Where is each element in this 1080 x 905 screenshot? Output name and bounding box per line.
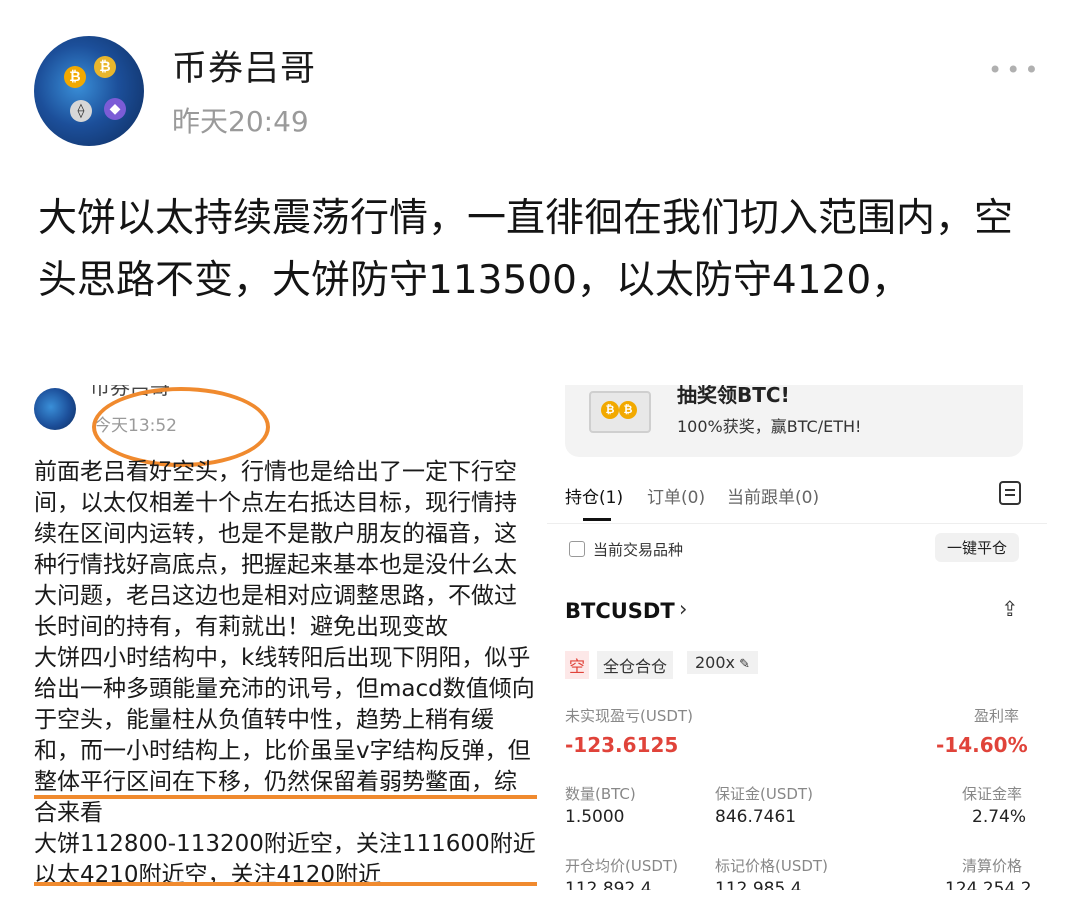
- active-tab-indicator: [583, 518, 611, 521]
- close-all-button[interactable]: 一键平仓: [935, 533, 1020, 562]
- position-symbol[interactable]: BTCUSDT: [565, 599, 675, 623]
- left-screenshot[interactable]: 币券吕哥 今天13:52 前面老吕看好空头，行情也是给出了一定下行空 间，以太仅…: [34, 385, 537, 890]
- text-line: 于空头，能量柱从负值转中性，趋势上稍有缓: [34, 707, 494, 733]
- text-line: 整体平行区间在下移，仍然保留着弱势鳖面，综: [34, 769, 517, 795]
- promo-laptop-icon: ₿ ₿: [589, 391, 651, 433]
- roe-label: 盈利率: [974, 707, 1020, 725]
- text-line: 大问题，老吕这边也是相对应调整思路，不做过: [34, 583, 517, 609]
- unrealized-pnl-value: -123.6125: [565, 733, 679, 757]
- coin-icon: ◆: [104, 98, 126, 120]
- leverage-value: 200x: [695, 653, 736, 672]
- quantity-label: 数量(BTC): [565, 785, 636, 803]
- coin-icon: ⟠: [70, 100, 92, 122]
- current-symbol-label: 当前交易品种: [593, 541, 684, 559]
- quantity-value: 1.5000: [565, 807, 625, 827]
- edit-icon[interactable]: ✎: [735, 657, 750, 672]
- promo-subtitle: 100%获奖，赢BTC/ETH!: [677, 417, 862, 436]
- text-line: 前面老吕看好空头，行情也是给出了一定下行空: [34, 459, 517, 485]
- text-line: 续在区间内运转，也是不是散户朋友的福音，这: [34, 521, 517, 547]
- order-history-icon[interactable]: [999, 481, 1021, 505]
- chevron-right-icon[interactable]: ›: [679, 597, 687, 621]
- current-symbol-checkbox[interactable]: [569, 541, 585, 557]
- tab-orders[interactable]: 订单(0): [647, 483, 705, 508]
- text-line: 大饼112800-113200附近空，关注111600附近，: [34, 831, 537, 857]
- unrealized-pnl-label: 未实现盈亏(USDT): [565, 707, 693, 725]
- divider: [547, 523, 1047, 524]
- author-avatar[interactable]: ₿ ₿ ◆ ⟠: [34, 36, 144, 146]
- margin-ratio-value: 2.74%: [972, 807, 1027, 827]
- mark-price-value: 112,985.4: [715, 879, 802, 890]
- highlight-circle: [92, 387, 270, 467]
- margin-ratio-label: 保证金率: [962, 785, 1023, 803]
- more-icon[interactable]: •••: [988, 56, 1042, 84]
- entry-price-value: 112,892.4: [565, 879, 652, 890]
- text-line: 长时间的持有，有莉就出！避免出现变故: [34, 614, 448, 640]
- bitcoin-coin-icon: ₿: [64, 66, 86, 88]
- author-name[interactable]: 币券吕哥: [172, 40, 316, 91]
- liquidation-price-label: 清算价格: [962, 857, 1023, 875]
- text-line: 大饼四小时结构中，k线转阳后出现下阴阳，似乎: [34, 645, 531, 671]
- margin-label: 保证金(USDT): [715, 785, 813, 803]
- margin-mode-badge: 全仓合仓: [597, 651, 674, 679]
- bitcoin-coin-icon: ₿: [94, 56, 116, 78]
- highlight-underline: [34, 795, 537, 799]
- liquidation-price-value: 124,254.2: [945, 879, 1032, 890]
- embedded-avatar: [34, 388, 76, 430]
- entry-price-label: 开仓均价(USDT): [565, 857, 678, 875]
- bitcoin-coin-icon: ₿: [619, 401, 637, 419]
- margin-value: 846.7461: [715, 807, 797, 827]
- text-line: 种行情找好高底点，把握起来基本也是没什么太: [34, 552, 517, 578]
- right-screenshot[interactable]: ₿ ₿ 抽奖领BTC! 100%获奖，赢BTC/ETH! 持仓(1) 订单(0)…: [547, 385, 1047, 890]
- promo-title: 抽奖领BTC!: [677, 385, 790, 407]
- text-line: 间，以太仅相差十个点左右抵达目标，现行情持: [34, 490, 517, 516]
- post-body: 大饼以太持续震荡行情，一直徘徊在我们切入范围内，空头思路不变，大饼防守11350…: [38, 196, 1014, 303]
- highlight-underline: [34, 882, 537, 886]
- bitcoin-coin-icon: ₿: [601, 401, 619, 419]
- post-time: 昨天20:49: [172, 105, 309, 138]
- side-badge: 空: [565, 651, 590, 679]
- tab-copy-trading[interactable]: 当前跟单(0): [727, 483, 819, 508]
- text-line: 合来看: [34, 800, 103, 826]
- text-line: 和，而一小时结构上，比价虽呈v字结构反弹，但: [34, 738, 531, 764]
- share-icon[interactable]: ⇪: [1001, 597, 1019, 621]
- tab-positions[interactable]: 持仓(1): [565, 483, 623, 508]
- embedded-post-text: 前面老吕看好空头，行情也是给出了一定下行空 间，以太仅相差十个点左右抵达目标，现…: [34, 457, 537, 890]
- mark-price-label: 标记价格(USDT): [715, 857, 828, 875]
- roe-value: -14.60%: [936, 733, 1028, 757]
- leverage-badge[interactable]: 200x ✎: [687, 651, 759, 674]
- text-line: 给出一种多頭能量充沛的讯号，但macd数值倾向: [34, 676, 535, 702]
